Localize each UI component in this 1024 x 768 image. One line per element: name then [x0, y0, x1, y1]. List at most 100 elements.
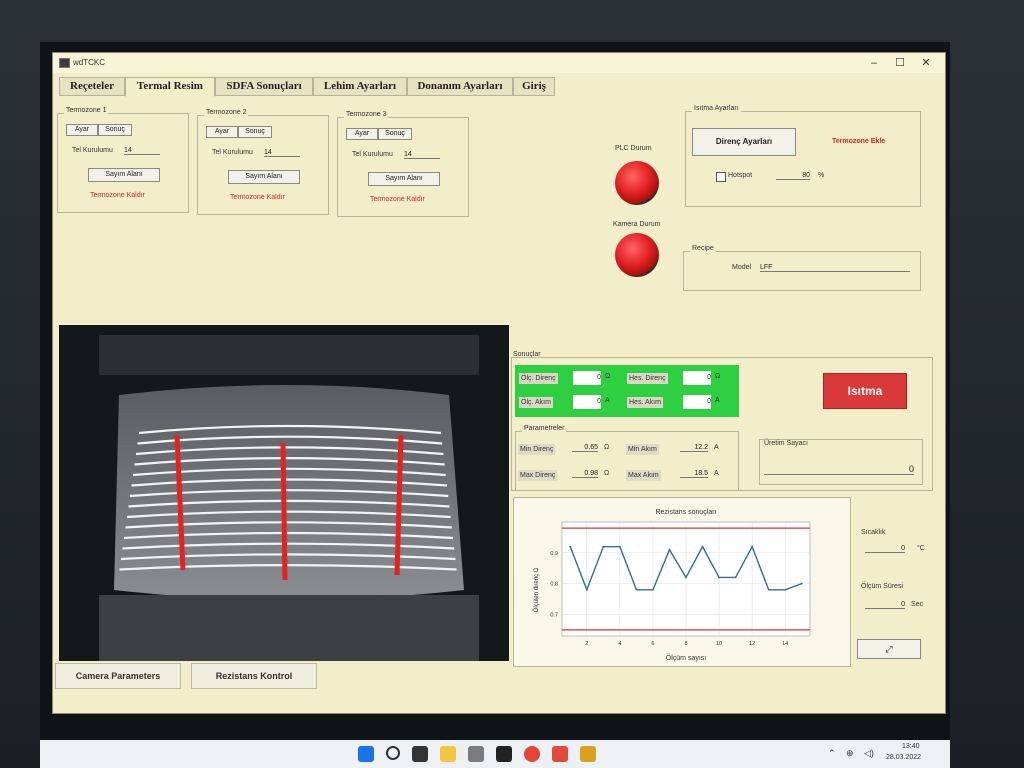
tab-giris[interactable]: Giriş — [513, 77, 555, 96]
rezistans-kontrol-button[interactable]: Rezistans Kontrol — [191, 663, 317, 689]
termozone-3-group: Termozone 3 Ayar Sonuç Tel Kurulumu 14 S… — [337, 111, 469, 217]
termozone-2-sonuc-tab[interactable]: Sonuç — [238, 126, 272, 138]
max-akim-unit: A — [714, 470, 719, 477]
network-icon[interactable]: ⊕ — [846, 748, 854, 759]
volume-icon[interactable]: ◁) — [864, 748, 874, 759]
app-icon-1[interactable] — [468, 746, 484, 762]
chart-data-point — [635, 588, 638, 591]
chart-data-point — [751, 545, 754, 548]
thermal-image — [59, 325, 509, 661]
olcum-suresi-unit: Sec — [911, 601, 924, 608]
min-direnc-unit: Ω — [604, 444, 610, 451]
app-window: wdTCKC – ☐ ✕ Reçeteler Termal Resim SDFA… — [52, 52, 946, 714]
termozone-3-sonuc-tab[interactable]: Sonuç — [378, 128, 412, 140]
termozone-2-kaldir-link[interactable]: Termozone Kaldır — [230, 194, 285, 201]
min-akim-unit: A — [714, 444, 719, 451]
tab-receteler[interactable]: Reçeteler — [59, 77, 125, 96]
expand-icon: ⤢ — [885, 644, 893, 654]
termozone-2-sayim-button[interactable]: Sayım Alanı — [228, 170, 300, 184]
termozone-3-tel-field[interactable]: 14 — [404, 151, 440, 159]
parametreler-title: Parametreler — [522, 425, 567, 432]
close-icon[interactable]: ✕ — [915, 55, 937, 71]
hes-akim-label: Hes. Akım — [627, 397, 663, 408]
termozone-2-ayar-tab[interactable]: Ayar — [206, 126, 238, 138]
max-akim-label: Max Akım — [626, 470, 661, 481]
termozone-1-group: Termozone 1 Ayar Sonuç Tel Kurulumu 14 S… — [57, 107, 189, 213]
hotspot-checkbox[interactable] — [716, 172, 726, 182]
termozone-1-tel-label: Tel Kurulumu — [72, 147, 113, 154]
hotspot-label: Hotspot — [728, 172, 753, 179]
termozone-ekle-link[interactable]: Termozone Ekle — [832, 138, 885, 145]
isitma-button[interactable]: Isıtma — [823, 373, 907, 409]
app-icon — [59, 58, 70, 68]
minimize-icon[interactable]: – — [863, 55, 885, 71]
termozone-1-kaldir-link[interactable]: Termozone Kaldır — [90, 192, 145, 199]
file-explorer-icon[interactable] — [440, 746, 456, 762]
model-label: Model — [732, 264, 752, 271]
uretim-sayaci-title: Üretim Sayacı — [764, 440, 808, 447]
tab-termal-resim[interactable]: Termal Resim — [125, 77, 215, 97]
camera-parameters-button[interactable]: Camera Parameters — [55, 663, 181, 689]
rezistans-chart-panel: Rezistans sonuçları Ölçüm sayısı Ölçülen… — [513, 497, 851, 667]
model-field[interactable]: LFF — [760, 264, 910, 272]
chart-data-point — [685, 576, 687, 579]
olc-direnc-unit: Ω — [605, 373, 611, 380]
chart-x-tick-label: 10 — [716, 641, 722, 647]
task-view-icon[interactable] — [412, 746, 428, 762]
max-direnc-label: Max Direnç — [518, 470, 558, 481]
termozone-1-sayim-button[interactable]: Sayım Alanı — [88, 168, 160, 182]
termozone-3-sayim-button[interactable]: Sayım Alanı — [368, 172, 440, 186]
clock-date[interactable]: 28.03.2022 — [886, 754, 921, 761]
taskbar: ⌃ ⊕ ◁) 13:40 28.03.2022 — [40, 740, 950, 768]
termozone-3-kaldir-link[interactable]: Termozone Kaldır — [370, 196, 425, 203]
termozone-3-title: Termozone 3 — [344, 111, 389, 118]
termozone-1-ayar-tab[interactable]: Ayar — [66, 124, 98, 136]
hes-direnc-value: 0 — [683, 371, 711, 385]
sicaklik-label: Sıcaklık — [861, 529, 886, 536]
olc-direnc-value: 0 — [573, 371, 601, 385]
tab-lehim-ayarlari[interactable]: Lehim Ayarları — [313, 77, 407, 96]
chart-x-tick-label: 8 — [684, 641, 687, 647]
chrome-icon[interactable] — [524, 746, 540, 762]
termozone-1-sonuc-tab[interactable]: Sonuç — [98, 124, 132, 136]
hes-direnc-unit: Ω — [715, 373, 721, 380]
chart-data-point — [602, 545, 605, 548]
chart-data-point — [767, 588, 770, 591]
rezistans-chart: Rezistans sonuçları Ölçüm sayısı Ölçülen… — [533, 509, 811, 662]
camera-status-label: Kamera Durum — [613, 221, 661, 228]
search-icon[interactable] — [386, 746, 400, 760]
max-akim-field[interactable]: 18.5 — [680, 470, 708, 478]
max-direnc-field[interactable]: 0.98 — [572, 470, 598, 478]
olc-akim-label: Ölç. Akım — [519, 397, 553, 408]
min-akim-field[interactable]: 12.2 — [680, 444, 708, 452]
hes-akim-value: 0 — [683, 395, 711, 409]
chart-y-tick-label: 0.7 — [550, 612, 558, 618]
maximize-icon[interactable]: ☐ — [889, 55, 911, 71]
clock-time[interactable]: 13:40 — [902, 743, 920, 750]
app-icon-2[interactable] — [552, 746, 568, 762]
termozone-1-tel-field[interactable]: 14 — [124, 147, 160, 155]
olc-akim-value: 0 — [573, 395, 601, 409]
hes-akim-unit: A — [715, 397, 720, 404]
olc-akim-unit: A — [605, 397, 610, 404]
fullscreen-button[interactable]: ⤢ — [857, 639, 921, 659]
direnc-ayarlari-button[interactable]: Direnç Ayarları — [692, 128, 796, 156]
terminal-icon[interactable] — [496, 746, 512, 762]
chart-y-tick-label: 0.9 — [550, 551, 558, 557]
olc-direnc-label: Ölç. Direnç — [519, 373, 558, 384]
min-direnc-field[interactable]: 0.65 — [572, 444, 598, 452]
termozone-3-ayar-tab[interactable]: Ayar — [346, 128, 378, 140]
plc-status-label: PLC Durum — [615, 145, 652, 152]
sicaklik-field: 0 — [865, 545, 905, 553]
tab-sdfa-sonuclari[interactable]: SDFA Sonuçları — [215, 77, 313, 96]
tray-chevron-icon[interactable]: ⌃ — [828, 748, 836, 759]
tab-donanim-ayarlari[interactable]: Donanım Ayarları — [407, 77, 513, 96]
chart-x-tick-label: 6 — [651, 641, 654, 647]
termozone-2-tel-field[interactable]: 14 — [264, 149, 300, 157]
isitma-ayarlari-title: Isıtma Ayarları — [692, 105, 741, 112]
app-icon-3[interactable] — [580, 746, 596, 762]
thermal-camera-view[interactable] — [59, 325, 509, 661]
start-icon[interactable] — [358, 746, 374, 762]
window-title: wdTCKC — [73, 58, 106, 67]
hotspot-value-field[interactable]: 80 — [776, 172, 810, 180]
